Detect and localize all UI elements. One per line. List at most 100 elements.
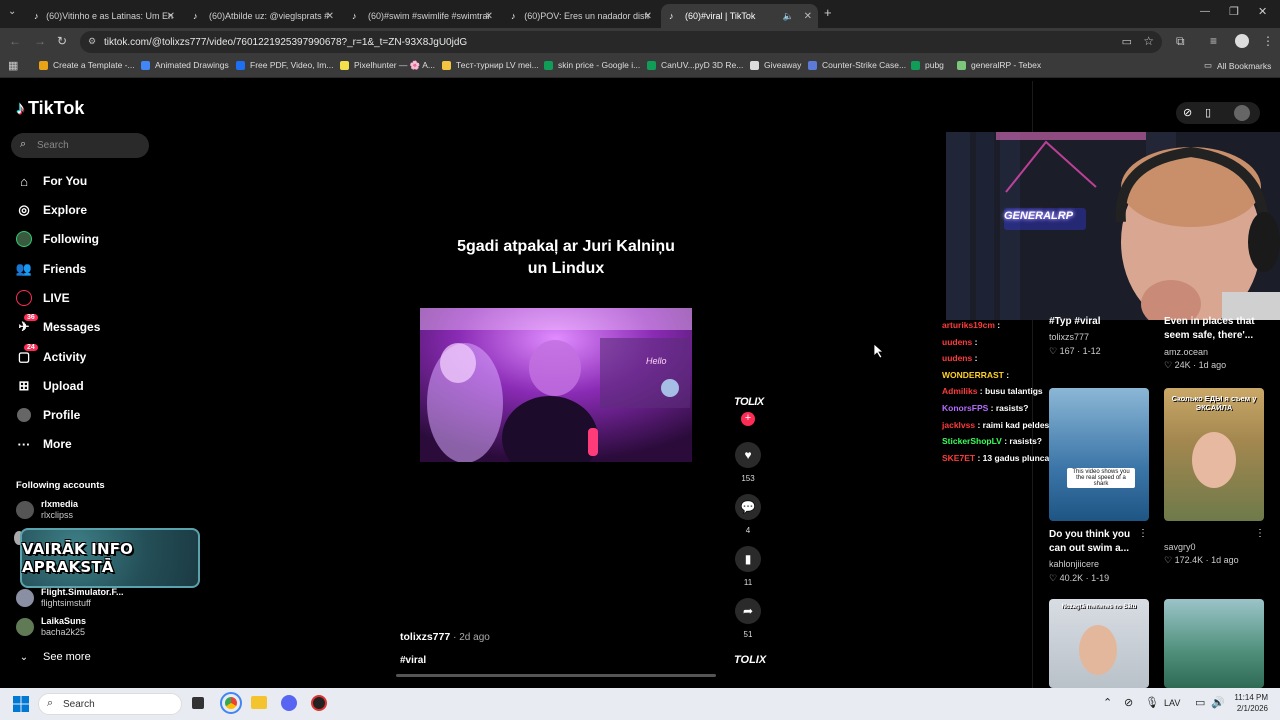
nav-messages[interactable]: ✈ 36 Messages <box>16 314 100 337</box>
search-input[interactable]: ⌕ Search <box>11 133 149 158</box>
save-button[interactable]: ▮ 11 <box>734 546 762 587</box>
rec-title[interactable]: Even in places that seem safe, there'... <box>1164 315 1264 343</box>
nav-following[interactable]: Following <box>16 229 99 249</box>
close-icon[interactable]: ✕ <box>326 11 334 22</box>
rec-thumbnail[interactable] <box>1164 599 1264 688</box>
reload-icon[interactable]: ↻ <box>57 34 67 48</box>
minimize-icon[interactable]: — <box>1200 6 1210 17</box>
rec-thumbnail[interactable]: Nozagtā meitenes no Sātu <box>1049 599 1149 688</box>
tab-2[interactable]: ♪ (60)Atbilde uz: @vieglsprats # ✕ <box>185 4 340 28</box>
taskbar-search[interactable]: ⌕ Search <box>38 693 182 715</box>
bookmark-item[interactable]: Тест-турнир LV mei... <box>442 60 539 70</box>
video-progress-bar[interactable] <box>396 674 716 677</box>
comment-button[interactable]: 💬 4 <box>734 494 762 535</box>
see-more-button[interactable]: ⌄ See more <box>16 647 91 667</box>
close-icon[interactable]: ✕ <box>167 11 175 22</box>
tiktok-logo[interactable]: ♪ TikTok <box>16 98 84 119</box>
close-icon[interactable]: ✕ <box>644 11 652 22</box>
tab-1[interactable]: ♪ (60)Vitinho e as Latinas: Um En ✕ <box>26 4 181 28</box>
nav-friends[interactable]: 👥 Friends <box>16 259 86 279</box>
all-bookmarks[interactable]: ▭ All Bookmarks <box>1204 60 1271 71</box>
forward-icon[interactable]: → <box>34 34 46 48</box>
account-item[interactable]: Flight.Simulator.F... flightsimstuff <box>16 587 124 609</box>
tray-chevron-icon[interactable]: ⌃ <box>1103 696 1112 709</box>
speaker-icon[interactable]: 🔈 <box>783 11 794 22</box>
site-info-icon[interactable]: ⚙ <box>88 36 96 47</box>
bookmark-item[interactable]: Animated Drawings <box>141 60 229 70</box>
video-author[interactable]: tolixzs777 · 2d ago <box>400 631 490 643</box>
bookmark-item[interactable]: Free PDF, Video, Im... <box>236 60 333 70</box>
share-button[interactable]: ➦ 51 <box>734 598 762 639</box>
app-icon[interactable] <box>311 695 327 711</box>
tab-4[interactable]: ♪ (60)POV: Eres un nadador disfr ✕ <box>503 4 658 28</box>
tab-5-active[interactable]: ♪ (60)#viral | TikTok 🔈 ✕ <box>661 4 818 28</box>
tab-search-chevron-icon[interactable]: ⌄ <box>8 6 16 17</box>
like-button[interactable]: ♥ 153 <box>734 442 762 483</box>
bookmark-item[interactable]: CanUV...pyD 3D Re... <box>647 60 743 70</box>
rec-thumbnail[interactable]: This video shows you the real speed of a… <box>1049 388 1149 521</box>
rec-user[interactable]: savgry0 <box>1164 542 1196 552</box>
bookmark-item[interactable]: Giveaway <box>750 60 801 70</box>
bookmark-item[interactable]: Pixelhunter — 🌸 A... <box>340 60 435 71</box>
nav-profile[interactable]: Profile <box>16 405 80 425</box>
nav-live[interactable]: LIVE <box>16 288 70 308</box>
nav-for-you[interactable]: ⌂ For You <box>16 171 87 191</box>
new-tab-icon[interactable]: + <box>824 5 832 20</box>
volume-icon[interactable]: 🔊 <box>1211 696 1225 709</box>
rec-thumbnail[interactable]: Сколько ЕДЫ я съем у ЭКСАЙЛА <box>1164 388 1264 521</box>
next-creator-badge[interactable]: TOLIX <box>734 654 766 666</box>
apps-grid-icon[interactable]: ▦ <box>8 59 18 72</box>
user-avatar[interactable] <box>1234 105 1250 121</box>
window-close-icon[interactable]: ✕ <box>1258 5 1267 18</box>
back-icon[interactable]: ← <box>9 34 21 48</box>
discord-icon[interactable] <box>281 695 297 711</box>
cast-icon[interactable]: ▭ <box>1122 35 1132 48</box>
sensor-icon[interactable]: ⊘ <box>1183 106 1192 119</box>
video-player[interactable]: Hello <box>420 308 692 462</box>
bookmark-item[interactable]: generalRP - Tebex <box>957 60 1041 70</box>
close-icon[interactable]: ✕ <box>804 11 812 22</box>
close-icon[interactable]: ✕ <box>485 11 493 22</box>
rec-user[interactable]: tolixzs777 <box>1049 332 1089 342</box>
nav-activity[interactable]: ▢ 24 Activity <box>16 344 86 367</box>
restore-icon[interactable]: ❐ <box>1229 5 1239 18</box>
address-bar[interactable]: ⚙ tiktok.com/@tolixzs777/video/760122192… <box>80 31 1162 53</box>
account-item[interactable]: rlxmedia rlxclipss <box>16 499 78 521</box>
bookmark-star-icon[interactable]: ☆ <box>1143 34 1154 48</box>
search-icon: ⌕ <box>20 138 27 150</box>
tab-3[interactable]: ♪ (60)#swim #swimlife #swimtrai ✕ <box>344 4 499 28</box>
rec-title[interactable]: #Typ #viral <box>1049 315 1149 329</box>
bookmark-item[interactable]: skin price - Google i... <box>544 60 640 70</box>
bookmark-item[interactable]: pubg <box>911 60 944 70</box>
nav-upload[interactable]: ⊞ Upload <box>16 376 84 396</box>
follow-plus-icon[interactable]: + <box>741 412 755 426</box>
video-caption-hashtag[interactable]: #viral <box>400 655 426 666</box>
bookmark-item[interactable]: Create a Template -... <box>39 60 135 70</box>
rec-more-icon[interactable]: ⋮ <box>1255 528 1265 539</box>
device-icon[interactable]: ▯ <box>1205 106 1211 119</box>
rec-user[interactable]: kahlonjiicere <box>1049 559 1099 569</box>
chrome-icon[interactable] <box>220 692 242 714</box>
monitor-icon[interactable]: ▭ <box>1195 696 1205 709</box>
language-indicator[interactable]: LAV <box>1164 698 1180 708</box>
compass-icon: ◎ <box>18 202 30 217</box>
menu-kebab-icon[interactable]: ⋮ <box>1262 34 1274 48</box>
microphone-icon[interactable]: 🎙 <box>1145 696 1159 709</box>
network-off-icon[interactable]: ⊘ <box>1124 696 1133 709</box>
rec-title[interactable]: Do you think you can out swim a... <box>1049 528 1149 556</box>
media-icon[interactable]: ≡ <box>1210 34 1217 48</box>
browser-tab-bar: ⌄ ♪ (60)Vitinho e as Latinas: Um En ✕ ♪ (60… <box>0 0 1280 28</box>
bookmark-label: Free PDF, Video, Im... <box>250 60 334 70</box>
rec-user[interactable]: amz.ocean <box>1164 347 1208 357</box>
nav-explore[interactable]: ◎ Explore <box>16 200 87 220</box>
file-explorer-icon[interactable] <box>251 696 267 709</box>
extensions-icon[interactable]: ⧉ <box>1176 34 1185 49</box>
task-view-icon[interactable] <box>192 697 204 709</box>
bookmark-item[interactable]: Counter-Strike Case... <box>808 60 906 70</box>
account-item[interactable]: LaikaSuns bacha2k25 <box>16 616 86 638</box>
nav-more[interactable]: ··· More <box>16 434 72 454</box>
clock[interactable]: 11:14 PM 2/1/2026 <box>1226 692 1268 714</box>
windows-start-icon[interactable] <box>13 696 29 712</box>
profile-avatar[interactable] <box>1235 34 1249 48</box>
creator-avatar[interactable]: TOLIX + <box>734 396 764 426</box>
